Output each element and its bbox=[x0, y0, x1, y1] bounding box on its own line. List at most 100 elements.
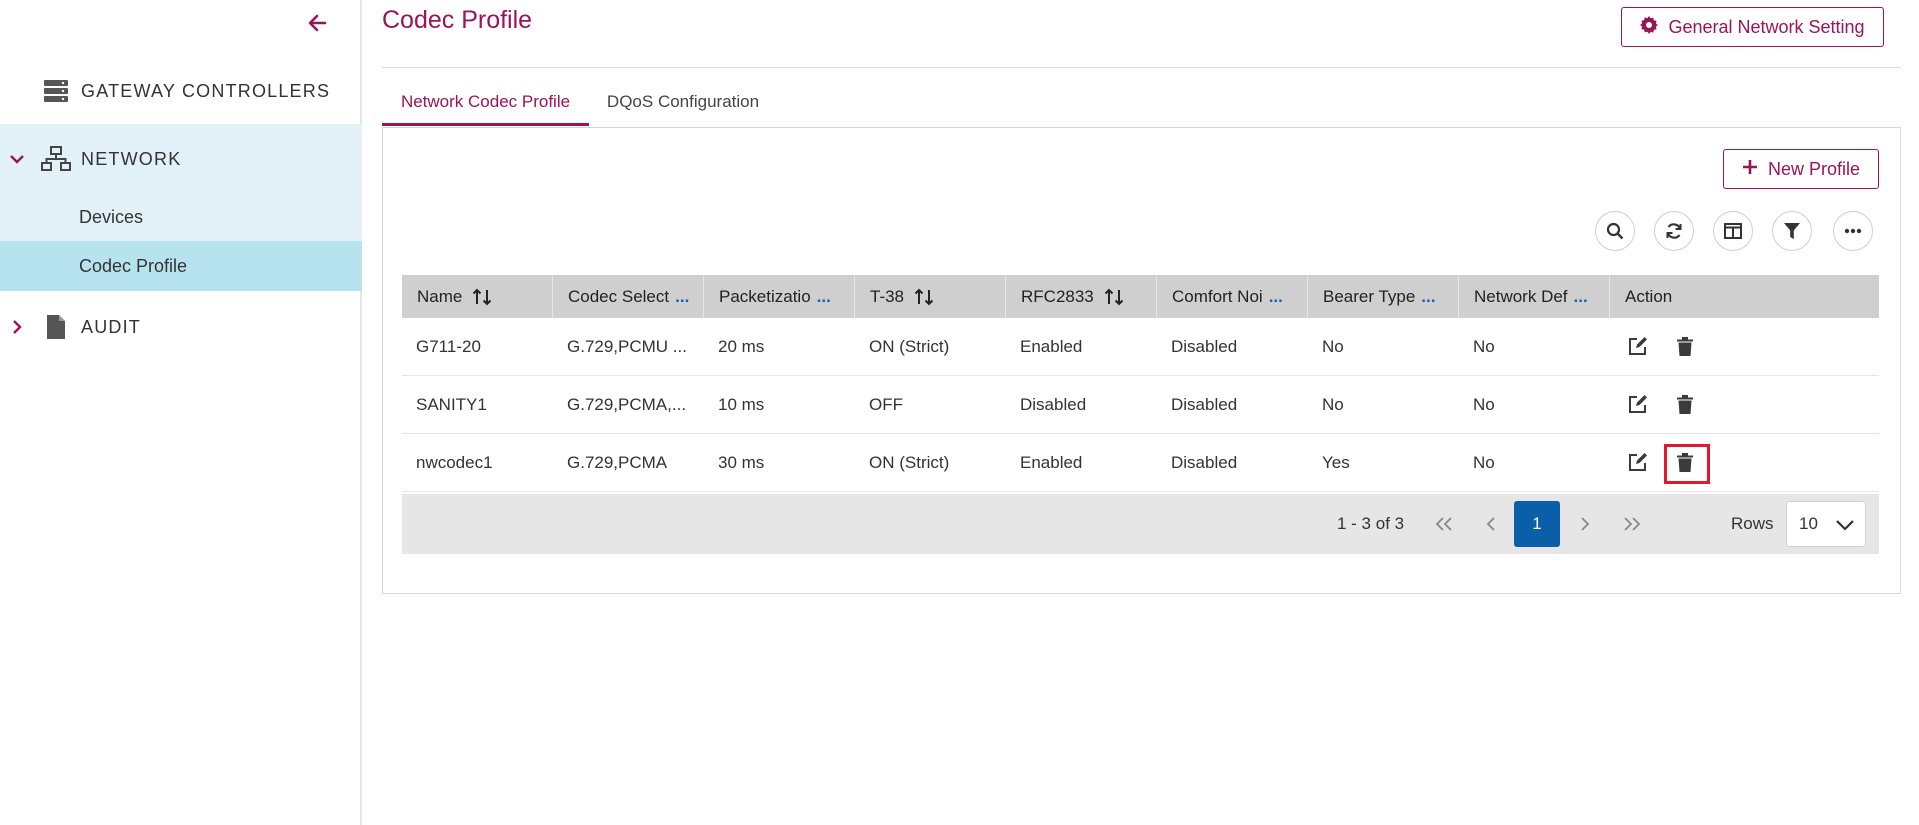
sidebar-item-audit[interactable]: AUDIT bbox=[0, 305, 362, 349]
column-label: RFC2833 bbox=[1021, 286, 1094, 306]
cell-network-def: No bbox=[1473, 453, 1495, 472]
delete-icon[interactable] bbox=[1671, 332, 1699, 360]
sidebar-item-devices[interactable]: Devices bbox=[0, 192, 362, 242]
tab-dqos-configuration[interactable]: DQoS Configuration bbox=[594, 92, 772, 126]
rows-per-page-select[interactable]: 10 bbox=[1786, 501, 1866, 547]
table-row[interactable]: SANITY1 G.729,PCMA,... 10 ms OFF Disable… bbox=[402, 376, 1879, 434]
column-header-codec-select[interactable]: Codec Select... bbox=[553, 275, 704, 318]
truncation-marker: ... bbox=[675, 286, 690, 306]
sidebar-item-label: Codec Profile bbox=[79, 255, 188, 276]
rows-label: Rows bbox=[1731, 514, 1774, 533]
search-icon[interactable] bbox=[1595, 211, 1635, 251]
sort-icon[interactable] bbox=[472, 288, 492, 306]
column-label: Bearer Type bbox=[1323, 286, 1416, 306]
column-label: Name bbox=[417, 286, 463, 306]
edit-icon[interactable] bbox=[1624, 448, 1652, 476]
cell-codec-select: G.729,PCMA,... bbox=[567, 395, 687, 414]
chevron-right-icon bbox=[8, 318, 26, 336]
truncation-marker: ... bbox=[816, 286, 831, 306]
column-header-rfc2833[interactable]: RFC2833 bbox=[1006, 275, 1157, 318]
sidebar-item-network[interactable]: NETWORK bbox=[0, 124, 362, 194]
cell-name: SANITY1 bbox=[416, 395, 487, 414]
edit-icon[interactable] bbox=[1624, 390, 1652, 418]
refresh-icon[interactable] bbox=[1654, 211, 1694, 251]
column-label: Codec Select bbox=[568, 286, 670, 306]
page-range-text: 1 - 3 of 3 bbox=[1337, 514, 1405, 533]
cell-codec-select: G.729,PCMU ... bbox=[567, 337, 687, 356]
sort-icon[interactable] bbox=[1104, 288, 1124, 306]
column-label: Packetizatio bbox=[719, 286, 811, 306]
edit-icon[interactable] bbox=[1624, 332, 1652, 360]
cell-network-def: No bbox=[1473, 395, 1495, 414]
current-page-button[interactable]: 1 bbox=[1514, 501, 1560, 547]
column-header-packetization[interactable]: Packetizatio... bbox=[704, 275, 855, 318]
tab-network-codec-profile[interactable]: Network Codec Profile bbox=[382, 92, 589, 126]
cell-bearer-type: No bbox=[1322, 337, 1344, 356]
truncation-marker: ... bbox=[1573, 286, 1588, 306]
next-page-icon[interactable] bbox=[1573, 512, 1597, 536]
cell-rfc2833: Enabled bbox=[1020, 453, 1083, 472]
truncation-marker: ... bbox=[1268, 286, 1283, 306]
column-header-action: Action bbox=[1610, 275, 1879, 318]
cell-t38: ON (Strict) bbox=[869, 337, 950, 356]
sidebar-item-label: Devices bbox=[79, 206, 144, 227]
column-header-bearer-type[interactable]: Bearer Type... bbox=[1308, 275, 1459, 318]
sidebar-item-label: GATEWAY CONTROLLERS bbox=[81, 80, 331, 101]
general-network-setting-label: General Network Setting bbox=[1668, 16, 1865, 37]
table-row[interactable]: nwcodec1 G.729,PCMA 30 ms ON (Strict) En… bbox=[402, 434, 1879, 492]
rows-per-page-value: 10 bbox=[1799, 514, 1818, 533]
cell-comfort-noise: Disabled bbox=[1171, 453, 1238, 472]
columns-icon[interactable] bbox=[1713, 211, 1753, 251]
column-header-network-def[interactable]: Network Def... bbox=[1459, 275, 1610, 318]
plus-icon bbox=[1742, 159, 1758, 180]
cell-name: G711-20 bbox=[416, 337, 481, 356]
server-icon bbox=[41, 76, 71, 106]
filter-icon[interactable] bbox=[1772, 211, 1812, 251]
divider bbox=[382, 67, 1901, 68]
cell-codec-select: G.729,PCMA bbox=[567, 453, 668, 472]
cell-network-def: No bbox=[1473, 337, 1495, 356]
sort-icon[interactable] bbox=[914, 288, 934, 306]
new-profile-button[interactable]: New Profile bbox=[1723, 149, 1879, 189]
cell-comfort-noise: Disabled bbox=[1171, 395, 1238, 414]
more-icon[interactable] bbox=[1833, 211, 1873, 251]
gear-icon bbox=[1640, 15, 1659, 39]
table-header: Name Codec Select... Packetizatio... T-3… bbox=[402, 275, 1879, 318]
cell-t38: OFF bbox=[869, 395, 903, 414]
column-header-t38[interactable]: T-38 bbox=[855, 275, 1006, 318]
cell-rfc2833: Enabled bbox=[1020, 337, 1083, 356]
truncation-marker: ... bbox=[1421, 286, 1436, 306]
delete-icon[interactable] bbox=[1671, 448, 1699, 476]
column-label: T-38 bbox=[870, 286, 905, 306]
column-label: Network Def bbox=[1474, 286, 1568, 306]
general-network-setting-button[interactable]: General Network Setting bbox=[1621, 7, 1884, 47]
cell-packetization: 30 ms bbox=[718, 453, 765, 472]
document-icon bbox=[41, 312, 71, 342]
paginator: 1 - 3 of 3 1 Rows 10 bbox=[402, 494, 1879, 554]
sidebar-item-codec-profile[interactable]: Codec Profile bbox=[0, 241, 362, 291]
cell-bearer-type: Yes bbox=[1322, 453, 1350, 472]
last-page-icon[interactable] bbox=[1620, 512, 1644, 536]
previous-page-icon[interactable] bbox=[1479, 512, 1503, 536]
chevron-down-icon bbox=[8, 150, 26, 168]
network-icon bbox=[41, 144, 71, 174]
column-header-name[interactable]: Name bbox=[402, 275, 553, 318]
cell-bearer-type: No bbox=[1322, 395, 1344, 414]
chevron-down-icon bbox=[1835, 515, 1855, 535]
column-header-comfort-noise[interactable]: Comfort Noi... bbox=[1157, 275, 1308, 318]
sidebar-item-label: NETWORK bbox=[81, 148, 182, 169]
column-label: Action bbox=[1625, 286, 1673, 306]
cell-comfort-noise: Disabled bbox=[1171, 337, 1238, 356]
delete-icon[interactable] bbox=[1671, 390, 1699, 418]
cell-packetization: 10 ms bbox=[718, 395, 765, 414]
table-row[interactable]: G711-20 G.729,PCMU ... 20 ms ON (Strict)… bbox=[402, 318, 1879, 376]
page-title: Codec Profile bbox=[382, 6, 533, 34]
first-page-icon[interactable] bbox=[1432, 512, 1456, 536]
cell-t38: ON (Strict) bbox=[869, 453, 950, 472]
arrow-left-icon[interactable] bbox=[304, 10, 330, 36]
sidebar-item-gateway-controllers[interactable]: GATEWAY CONTROLLERS bbox=[0, 71, 362, 111]
cell-name: nwcodec1 bbox=[416, 453, 493, 472]
column-label: Comfort Noi bbox=[1172, 286, 1263, 306]
sidebar-item-label: AUDIT bbox=[81, 316, 141, 337]
sidebar: GATEWAY CONTROLLERS NETWORK Devices Code… bbox=[0, 0, 362, 825]
